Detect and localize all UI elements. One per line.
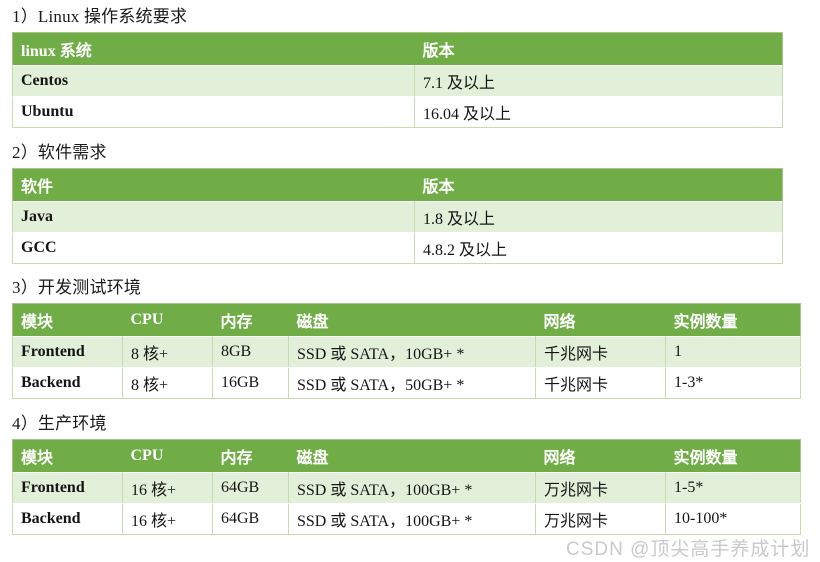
section-linux-os: 1）Linux 操作系统要求 linux 系统 版本 Centos 7.1 及以… xyxy=(0,6,820,128)
column-header-instance-count: 实例数量 xyxy=(665,303,801,337)
cell-os-name: Centos xyxy=(12,65,415,97)
table-dev-test-env: 模块 CPU 内存 磁盘 网络 实例数量 Frontend 8 核+ 8GB S… xyxy=(12,303,801,399)
cell-software-name: Java xyxy=(12,201,415,233)
cell-memory: 64GB xyxy=(212,503,289,535)
cell-module: Backend xyxy=(12,503,123,535)
section-title-software: 2）软件需求 xyxy=(12,143,107,162)
table-row: Backend 16 核+ 64GB SSD 或 SATA，100GB+ * 万… xyxy=(12,503,801,535)
table-row: Ubuntu 16.04 及以上 xyxy=(12,96,783,128)
cell-module: Backend xyxy=(12,367,123,399)
table-linux-os: linux 系统 版本 Centos 7.1 及以上 Ubuntu 16.04 … xyxy=(12,32,783,128)
table-row: Centos 7.1 及以上 xyxy=(12,65,783,97)
watermark: CSDN @顶尖高手养成计划 xyxy=(566,539,811,560)
document-page: 1）Linux 操作系统要求 linux 系统 版本 Centos 7.1 及以… xyxy=(0,0,820,562)
section-title-production-env: 4）生产环境 xyxy=(12,414,107,433)
cell-disk: SSD 或 SATA，50GB+ * xyxy=(288,367,536,399)
column-header-memory: 内存 xyxy=(212,439,289,473)
cell-cpu: 8 核+ xyxy=(122,336,213,368)
cell-module: Frontend xyxy=(12,336,123,368)
section-title-dev-test-env: 3）开发测试环境 xyxy=(12,278,142,297)
column-header-disk: 磁盘 xyxy=(288,303,536,337)
cell-cpu: 16 核+ xyxy=(122,472,213,504)
section-software: 2）软件需求 软件 版本 Java 1.8 及以上 GCC 4.8.2 及以上 xyxy=(0,142,820,264)
cell-module: Frontend xyxy=(12,472,123,504)
table-header-row: 模块 CPU 内存 磁盘 网络 实例数量 xyxy=(12,439,801,473)
column-header-instance-count: 实例数量 xyxy=(665,439,801,473)
column-header-module: 模块 xyxy=(12,303,123,337)
column-header-module: 模块 xyxy=(12,439,123,473)
cell-os-version: 16.04 及以上 xyxy=(414,96,783,128)
cell-network: 千兆网卡 xyxy=(535,367,666,399)
table-row: GCC 4.8.2 及以上 xyxy=(12,232,783,264)
table-row: Java 1.8 及以上 xyxy=(12,201,783,233)
table-header-row: 模块 CPU 内存 磁盘 网络 实例数量 xyxy=(12,303,801,337)
column-header-software: 软件 xyxy=(12,168,415,202)
column-header-cpu: CPU xyxy=(122,439,213,473)
table-header-row: linux 系统 版本 xyxy=(12,32,783,66)
column-header-version: 版本 xyxy=(414,32,783,66)
cell-disk: SSD 或 SATA，100GB+ * xyxy=(288,472,536,504)
table-header-row: 软件 版本 xyxy=(12,168,783,202)
table-row: Frontend 16 核+ 64GB SSD 或 SATA，100GB+ * … xyxy=(12,472,801,504)
column-header-cpu: CPU xyxy=(122,303,213,337)
cell-instance-count: 1-3* xyxy=(665,367,801,399)
section-title-linux-os: 1）Linux 操作系统要求 xyxy=(12,7,188,26)
column-header-network: 网络 xyxy=(535,439,666,473)
cell-cpu: 8 核+ xyxy=(122,367,213,399)
cell-disk: SSD 或 SATA，100GB+ * xyxy=(288,503,536,535)
cell-cpu: 16 核+ xyxy=(122,503,213,535)
cell-disk: SSD 或 SATA，10GB+ * xyxy=(288,336,536,368)
section-dev-test-env: 3）开发测试环境 模块 CPU 内存 磁盘 网络 实例数量 Frontend 8… xyxy=(0,277,820,399)
cell-instance-count: 10-100* xyxy=(665,503,801,535)
cell-instance-count: 1-5* xyxy=(665,472,801,504)
table-production-env: 模块 CPU 内存 磁盘 网络 实例数量 Frontend 16 核+ 64GB… xyxy=(12,439,801,535)
column-header-version: 版本 xyxy=(414,168,783,202)
cell-software-version: 4.8.2 及以上 xyxy=(414,232,783,264)
cell-instance-count: 1 xyxy=(665,336,801,368)
column-header-network: 网络 xyxy=(535,303,666,337)
column-header-memory: 内存 xyxy=(212,303,289,337)
table-row: Backend 8 核+ 16GB SSD 或 SATA，50GB+ * 千兆网… xyxy=(12,367,801,399)
column-header-linux-system: linux 系统 xyxy=(12,32,415,66)
cell-memory: 16GB xyxy=(212,367,289,399)
cell-os-version: 7.1 及以上 xyxy=(414,65,783,97)
cell-network: 万兆网卡 xyxy=(535,503,666,535)
column-header-disk: 磁盘 xyxy=(288,439,536,473)
cell-software-version: 1.8 及以上 xyxy=(414,201,783,233)
cell-software-name: GCC xyxy=(12,232,415,264)
cell-memory: 8GB xyxy=(212,336,289,368)
cell-network: 千兆网卡 xyxy=(535,336,666,368)
cell-memory: 64GB xyxy=(212,472,289,504)
table-row: Frontend 8 核+ 8GB SSD 或 SATA，10GB+ * 千兆网… xyxy=(12,336,801,368)
table-software: 软件 版本 Java 1.8 及以上 GCC 4.8.2 及以上 xyxy=(12,168,783,264)
section-production-env: 4）生产环境 模块 CPU 内存 磁盘 网络 实例数量 Frontend 16 … xyxy=(0,413,820,535)
cell-os-name: Ubuntu xyxy=(12,96,415,128)
cell-network: 万兆网卡 xyxy=(535,472,666,504)
